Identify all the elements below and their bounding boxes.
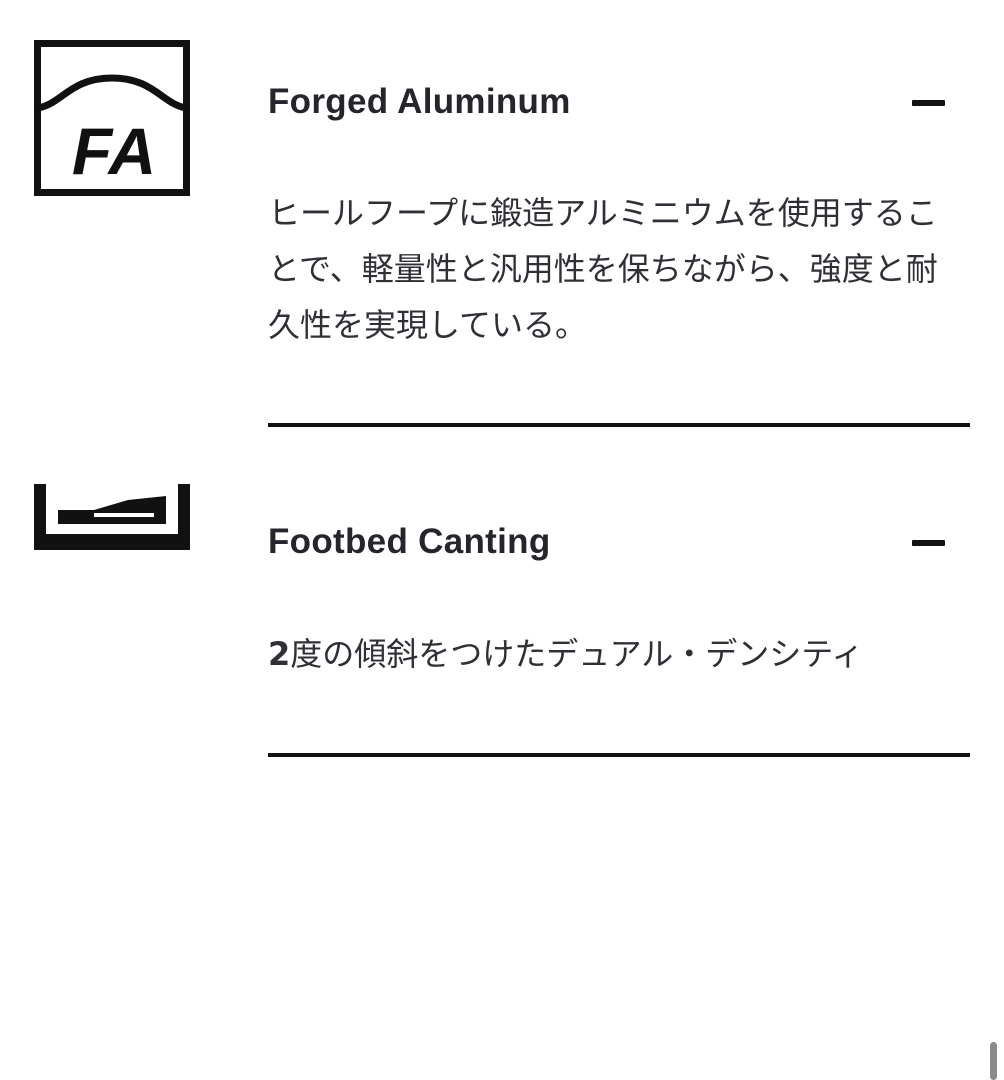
footbed-canting-icon [34, 484, 190, 550]
collapse-button[interactable] [906, 88, 950, 118]
divider [268, 423, 970, 427]
scrollbar-thumb[interactable] [990, 1042, 997, 1080]
minus-icon [912, 540, 945, 546]
svg-text:FA: FA [72, 114, 156, 188]
feature-description: 2度の傾斜をつけたデュアル・デンシティ [268, 626, 958, 682]
description-text: 度の傾斜をつけたデュアル・デンシティ [290, 635, 864, 673]
feature-footbed-canting: Footbed Canting 2度の傾斜をつけたデュアル・デンシティ [0, 430, 1004, 770]
forged-aluminum-icon: FA [34, 40, 190, 196]
divider [268, 753, 970, 757]
feature-forged-aluminum: FA Forged Aluminum ヒールフープに鍛造アルミニウムを使用するこ… [0, 0, 1004, 430]
feature-title: Footbed Canting [268, 522, 551, 561]
description-number: 2 [268, 635, 291, 673]
feature-description: ヒールフープに鍛造アルミニウムを使用することで、軽量性と汎用性を保ちながら、強度… [268, 194, 938, 344]
collapse-button[interactable] [906, 528, 950, 558]
minus-icon [912, 100, 945, 106]
feature-title: Forged Aluminum [268, 82, 571, 121]
